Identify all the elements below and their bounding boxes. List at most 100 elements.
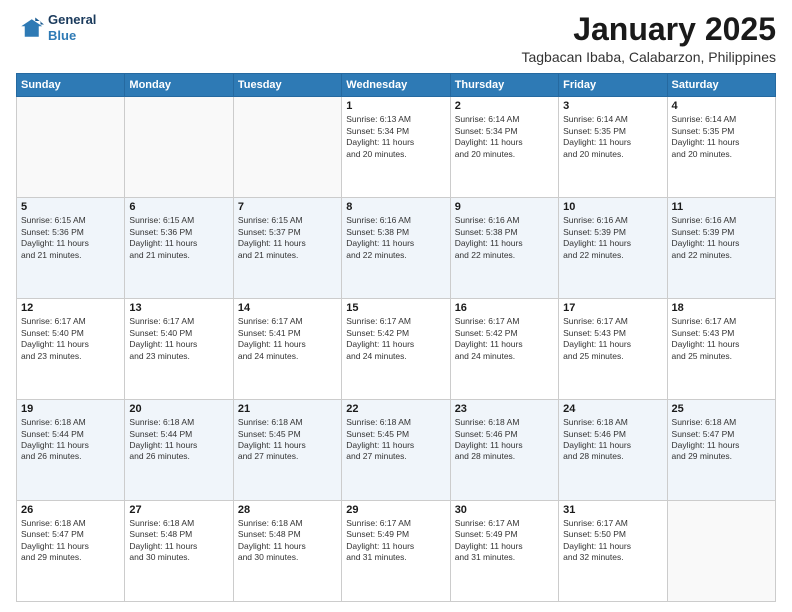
day-number: 15	[346, 302, 445, 314]
day-info: Sunrise: 6:14 AM Sunset: 5:35 PM Dayligh…	[672, 114, 771, 160]
table-row: 21 Sunrise: 6:18 AM Sunset: 5:45 PM Dayli…	[233, 400, 341, 501]
day-number: 16	[455, 302, 554, 314]
day-number: 19	[21, 403, 120, 415]
day-number: 22	[346, 403, 445, 415]
table-row: 17Sunrise: 6:17 AM Sunset: 5:43 PM Dayli…	[559, 299, 667, 400]
col-header-friday: Friday	[559, 74, 667, 97]
day-number: 12	[21, 302, 120, 314]
month-title: January 2025	[521, 12, 776, 47]
table-row: 18Sunrise: 6:17 AM Sunset: 5:43 PM Dayli…	[667, 299, 775, 400]
day-number: 28	[238, 504, 337, 516]
table-row: 20 Sunrise: 6:18 AM Sunset: 5:44 PM Dayli…	[125, 400, 233, 501]
table-row: 15Sunrise: 6:17 AM Sunset: 5:42 PM Dayli…	[342, 299, 450, 400]
day-info: Sunrise: 6:15 AM Sunset: 5:37 PM Dayligh…	[238, 215, 337, 261]
table-row: 11Sunrise: 6:16 AM Sunset: 5:39 PM Dayli…	[667, 198, 775, 299]
day-info: Sunrise: 6:18 AM Sunset: 5:45 PM Dayligh…	[346, 417, 445, 463]
table-row: 30 Sunrise: 6:17 AM Sunset: 5:49 PM Dayli…	[450, 501, 558, 602]
table-row: 24 Sunrise: 6:18 AM Sunset: 5:46 PM Dayli…	[559, 400, 667, 501]
calendar-week-2: 5 Sunrise: 6:15 AM Sunset: 5:36 PM Daylig…	[17, 198, 776, 299]
logo-text: General Blue	[48, 12, 96, 43]
day-number: 9	[455, 201, 554, 213]
table-row: 5Sunrise: 6:15 AM Sunset: 5:36 PM Daylig…	[17, 198, 125, 299]
table-row: 7 Sunrise: 6:15 AM Sunset: 5:37 PM Daylig…	[233, 198, 341, 299]
table-row	[233, 97, 341, 198]
day-number: 14	[238, 302, 337, 314]
day-number: 17	[563, 302, 662, 314]
table-row: 31 Sunrise: 6:17 AM Sunset: 5:50 PM Dayli…	[559, 501, 667, 602]
day-number: 30	[455, 504, 554, 516]
day-info: Sunrise: 6:18 AM Sunset: 5:45 PM Dayligh…	[238, 417, 337, 463]
title-section: January 2025 Tagbacan Ibaba, Calabarzon,…	[521, 12, 776, 65]
day-info: Sunrise: 6:17 AM Sunset: 5:41 PM Dayligh…	[238, 316, 337, 362]
table-row: 23 Sunrise: 6:18 AM Sunset: 5:46 PM Dayli…	[450, 400, 558, 501]
table-row	[667, 501, 775, 602]
table-row: 10 Sunrise: 6:16 AM Sunset: 5:39 PM Dayli…	[559, 198, 667, 299]
table-row: 12 Sunrise: 6:17 AM Sunset: 5:40 PM Dayli…	[17, 299, 125, 400]
table-row: 9Sunrise: 6:16 AM Sunset: 5:38 PM Daylig…	[450, 198, 558, 299]
table-row: 3Sunrise: 6:14 AM Sunset: 5:35 PM Daylig…	[559, 97, 667, 198]
day-number: 6	[129, 201, 228, 213]
calendar-week-5: 26 Sunrise: 6:18 AM Sunset: 5:47 PM Dayli…	[17, 501, 776, 602]
day-info: Sunrise: 6:13 AM Sunset: 5:34 PM Dayligh…	[346, 114, 445, 160]
day-number: 24	[563, 403, 662, 415]
day-number: 10	[563, 201, 662, 213]
calendar-table: Sunday Monday Tuesday Wednesday Thursday…	[16, 73, 776, 602]
day-info: Sunrise: 6:17 AM Sunset: 5:43 PM Dayligh…	[672, 316, 771, 362]
table-row: 13 Sunrise: 6:17 AM Sunset: 5:40 PM Dayli…	[125, 299, 233, 400]
logo-icon	[16, 14, 44, 42]
page: General Blue January 2025 Tagbacan Ibaba…	[0, 0, 792, 612]
calendar-header-row: Sunday Monday Tuesday Wednesday Thursday…	[17, 74, 776, 97]
day-info: Sunrise: 6:18 AM Sunset: 5:47 PM Dayligh…	[21, 518, 120, 564]
day-number: 27	[129, 504, 228, 516]
table-row: 19 Sunrise: 6:18 AM Sunset: 5:44 PM Dayli…	[17, 400, 125, 501]
day-info: Sunrise: 6:17 AM Sunset: 5:40 PM Dayligh…	[129, 316, 228, 362]
day-number: 31	[563, 504, 662, 516]
col-header-tuesday: Tuesday	[233, 74, 341, 97]
day-info: Sunrise: 6:18 AM Sunset: 5:46 PM Dayligh…	[455, 417, 554, 463]
table-row: 1Sunrise: 6:13 AM Sunset: 5:34 PM Daylig…	[342, 97, 450, 198]
calendar-week-4: 19 Sunrise: 6:18 AM Sunset: 5:44 PM Dayli…	[17, 400, 776, 501]
day-number: 2	[455, 100, 554, 112]
day-info: Sunrise: 6:18 AM Sunset: 5:48 PM Dayligh…	[238, 518, 337, 564]
day-number: 8	[346, 201, 445, 213]
day-info: Sunrise: 6:15 AM Sunset: 5:36 PM Dayligh…	[129, 215, 228, 261]
day-info: Sunrise: 6:16 AM Sunset: 5:38 PM Dayligh…	[346, 215, 445, 261]
day-info: Sunrise: 6:14 AM Sunset: 5:34 PM Dayligh…	[455, 114, 554, 160]
table-row: 8 Sunrise: 6:16 AM Sunset: 5:38 PM Daylig…	[342, 198, 450, 299]
day-info: Sunrise: 6:17 AM Sunset: 5:50 PM Dayligh…	[563, 518, 662, 564]
day-number: 21	[238, 403, 337, 415]
day-info: Sunrise: 6:16 AM Sunset: 5:39 PM Dayligh…	[563, 215, 662, 261]
table-row: 6 Sunrise: 6:15 AM Sunset: 5:36 PM Daylig…	[125, 198, 233, 299]
day-number: 11	[672, 201, 771, 213]
table-row: 2 Sunrise: 6:14 AM Sunset: 5:34 PM Daylig…	[450, 97, 558, 198]
logo: General Blue	[16, 12, 96, 43]
day-number: 20	[129, 403, 228, 415]
day-number: 23	[455, 403, 554, 415]
table-row	[125, 97, 233, 198]
col-header-sunday: Sunday	[17, 74, 125, 97]
table-row: 4 Sunrise: 6:14 AM Sunset: 5:35 PM Daylig…	[667, 97, 775, 198]
table-row: 29Sunrise: 6:17 AM Sunset: 5:49 PM Dayli…	[342, 501, 450, 602]
day-info: Sunrise: 6:18 AM Sunset: 5:47 PM Dayligh…	[672, 417, 771, 463]
calendar-week-1: 1Sunrise: 6:13 AM Sunset: 5:34 PM Daylig…	[17, 97, 776, 198]
day-info: Sunrise: 6:17 AM Sunset: 5:42 PM Dayligh…	[455, 316, 554, 362]
day-number: 4	[672, 100, 771, 112]
table-row: 16 Sunrise: 6:17 AM Sunset: 5:42 PM Dayli…	[450, 299, 558, 400]
day-info: Sunrise: 6:18 AM Sunset: 5:44 PM Dayligh…	[21, 417, 120, 463]
day-number: 7	[238, 201, 337, 213]
day-info: Sunrise: 6:17 AM Sunset: 5:49 PM Dayligh…	[455, 518, 554, 564]
day-info: Sunrise: 6:18 AM Sunset: 5:46 PM Dayligh…	[563, 417, 662, 463]
table-row: 27Sunrise: 6:18 AM Sunset: 5:48 PM Dayli…	[125, 501, 233, 602]
day-number: 13	[129, 302, 228, 314]
day-info: Sunrise: 6:17 AM Sunset: 5:49 PM Dayligh…	[346, 518, 445, 564]
table-row	[17, 97, 125, 198]
day-info: Sunrise: 6:18 AM Sunset: 5:44 PM Dayligh…	[129, 417, 228, 463]
day-number: 26	[21, 504, 120, 516]
table-row: 14 Sunrise: 6:17 AM Sunset: 5:41 PM Dayli…	[233, 299, 341, 400]
day-number: 5	[21, 201, 120, 213]
day-number: 25	[672, 403, 771, 415]
day-info: Sunrise: 6:14 AM Sunset: 5:35 PM Dayligh…	[563, 114, 662, 160]
day-info: Sunrise: 6:17 AM Sunset: 5:40 PM Dayligh…	[21, 316, 120, 362]
table-row: 25 Sunrise: 6:18 AM Sunset: 5:47 PM Dayli…	[667, 400, 775, 501]
table-row: 28 Sunrise: 6:18 AM Sunset: 5:48 PM Dayli…	[233, 501, 341, 602]
